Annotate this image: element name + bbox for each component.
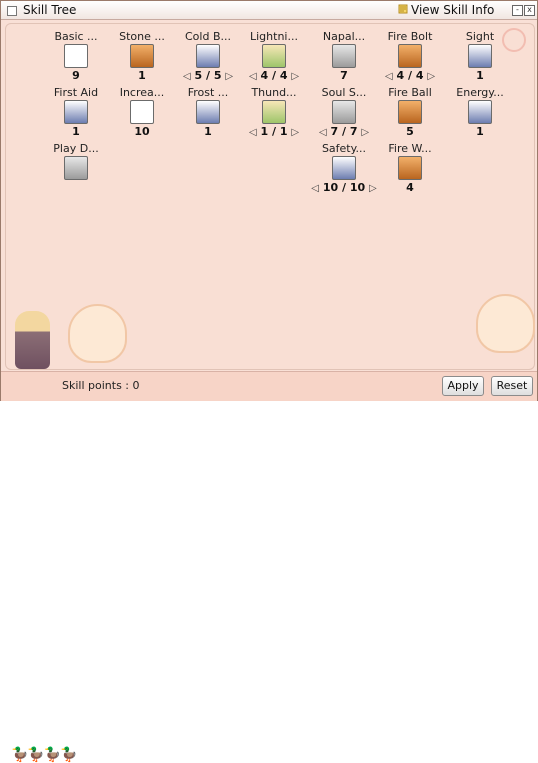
character-illustration — [15, 311, 50, 369]
skill-level: 10 — [134, 125, 150, 138]
skill-level: 1 — [138, 69, 146, 82]
increase-level-arrow[interactable]: ▷ — [291, 127, 299, 138]
decrease-level-arrow[interactable]: ◁ — [183, 71, 191, 82]
view-skill-info-label[interactable]: View Skill Info — [411, 3, 494, 17]
lightning-scroll-icon[interactable] — [262, 44, 286, 68]
decrease-level-arrow[interactable]: ◁ — [311, 183, 319, 194]
napalm-icon[interactable] — [332, 44, 356, 68]
skill-name: First Aid — [53, 86, 99, 99]
skill-sight[interactable]: Sight 1 — [446, 30, 514, 82]
skill-name: Stone ... — [119, 30, 165, 43]
close-button[interactable]: x — [524, 5, 535, 16]
skill-safety-wall[interactable]: Safety... ◁ 10 / 10 ▷ — [310, 142, 378, 194]
skill-thunder[interactable]: Thund... ◁ 1 / 1 ▷ — [240, 86, 308, 138]
stone-scroll-icon[interactable] — [130, 44, 154, 68]
skill-name: Fire Ball — [388, 86, 432, 99]
play-dead-icon[interactable] — [64, 156, 88, 180]
window-title: Skill Tree — [23, 3, 77, 17]
fire-ball-icon[interactable] — [398, 100, 422, 124]
reset-button[interactable]: Reset — [491, 376, 533, 396]
skill-points-label: Skill points : 0 — [62, 379, 140, 392]
increase-sp-icon[interactable] — [130, 100, 154, 124]
thunder-icon[interactable] — [262, 100, 286, 124]
sight-icon[interactable] — [468, 44, 492, 68]
skill-fire-ball[interactable]: Fire Ball 5 — [376, 86, 444, 138]
footer-bar: 🦆🦆🦆🦆 Skill points : 0 Apply Reset — [1, 371, 537, 763]
skill-soul-strike[interactable]: Soul S... ◁ 7 / 7 ▷ — [310, 86, 378, 138]
minimize-button[interactable]: - — [512, 5, 523, 16]
title-bar[interactable]: Skill Tree View Skill Info - x — [1, 1, 537, 20]
fire-bolt-icon[interactable] — [398, 44, 422, 68]
skill-name: Napal... — [322, 30, 366, 43]
skill-first-aid[interactable]: First Aid 1 — [42, 86, 110, 138]
skill-stone[interactable]: Stone ... 1 — [108, 30, 176, 82]
decrease-level-arrow[interactable]: ◁ — [385, 71, 393, 82]
skill-level: 5 — [406, 125, 414, 138]
skill-name: Energy... — [456, 86, 504, 99]
skill-level: 1 — [204, 125, 212, 138]
skill-grid-panel: Basic ... 9 Stone ... 1 Cold B... ◁ 5 / … — [5, 23, 535, 370]
increase-level-arrow[interactable]: ▷ — [361, 127, 369, 138]
skill-lightning[interactable]: Lightni... ◁ 4 / 4 ▷ — [240, 30, 308, 82]
cloud-icon[interactable] — [64, 44, 88, 68]
skill-level: 4 / 4 — [396, 69, 424, 82]
skill-level: 1 — [476, 69, 484, 82]
duck-decoration: 🦆🦆🦆🦆 — [11, 747, 78, 763]
frost-icon[interactable] — [196, 100, 220, 124]
decrease-level-arrow[interactable]: ◁ — [249, 71, 257, 82]
skill-increase-sp[interactable]: Increa... 10 — [108, 86, 176, 138]
skill-energy[interactable]: Energy... 1 — [446, 86, 514, 138]
skill-fire-wall[interactable]: Fire W... 4 — [376, 142, 444, 194]
skill-level: 1 — [476, 125, 484, 138]
fire-wall-icon[interactable] — [398, 156, 422, 180]
skill-cold-bolt[interactable]: Cold B... ◁ 5 / 5 ▷ — [174, 30, 242, 82]
skill-name: Safety... — [321, 142, 367, 155]
safety-wall-icon[interactable] — [332, 156, 356, 180]
increase-level-arrow[interactable]: ▷ — [291, 71, 299, 82]
skill-level: 7 — [340, 69, 348, 82]
ice-bolt-icon[interactable] — [196, 44, 220, 68]
skill-name: Sight — [465, 30, 495, 43]
skill-level: 9 — [72, 69, 80, 82]
skill-napalm[interactable]: Napal... 7 — [310, 30, 378, 82]
skill-name: Frost ... — [187, 86, 229, 99]
skill-level: 7 / 7 — [330, 125, 358, 138]
skill-level: 5 / 5 — [194, 69, 222, 82]
increase-level-arrow[interactable]: ▷ — [427, 71, 435, 82]
skill-fire-bolt[interactable]: Fire Bolt ◁ 4 / 4 ▷ — [376, 30, 444, 82]
decrease-level-arrow[interactable]: ◁ — [319, 127, 327, 138]
skill-name: Increa... — [119, 86, 165, 99]
cat-decoration-right — [476, 294, 535, 353]
first-aid-icon[interactable] — [64, 100, 88, 124]
increase-level-arrow[interactable]: ▷ — [225, 71, 233, 82]
skill-name: Basic ... — [54, 30, 98, 43]
skill-tree-window: Skill Tree View Skill Info - x Basic ...… — [0, 0, 538, 763]
skill-level: 1 / 1 — [260, 125, 288, 138]
skill-name: Lightni... — [250, 30, 298, 43]
skill-play-dead[interactable]: Play D... — [42, 142, 110, 181]
skill-level: 1 — [72, 125, 80, 138]
view-skill-info-icon[interactable] — [398, 4, 408, 14]
skill-name: Fire W... — [388, 142, 432, 155]
skill-name: Soul S... — [321, 86, 367, 99]
skill-name: Thund... — [251, 86, 297, 99]
window-icon — [7, 6, 17, 16]
skill-name: Play D... — [53, 142, 99, 155]
skill-level: 4 — [406, 181, 414, 194]
energy-icon[interactable] — [468, 100, 492, 124]
skill-basic[interactable]: Basic ... 9 — [42, 30, 110, 82]
skill-level: 10 / 10 — [322, 181, 366, 194]
skill-level: 4 / 4 — [260, 69, 288, 82]
cat-decoration-left — [68, 304, 127, 363]
skill-name: Fire Bolt — [387, 30, 433, 43]
soul-strike-icon[interactable] — [332, 100, 356, 124]
apply-button[interactable]: Apply — [442, 376, 484, 396]
skill-frost[interactable]: Frost ... 1 — [174, 86, 242, 138]
decrease-level-arrow[interactable]: ◁ — [249, 127, 257, 138]
skill-name: Cold B... — [185, 30, 231, 43]
